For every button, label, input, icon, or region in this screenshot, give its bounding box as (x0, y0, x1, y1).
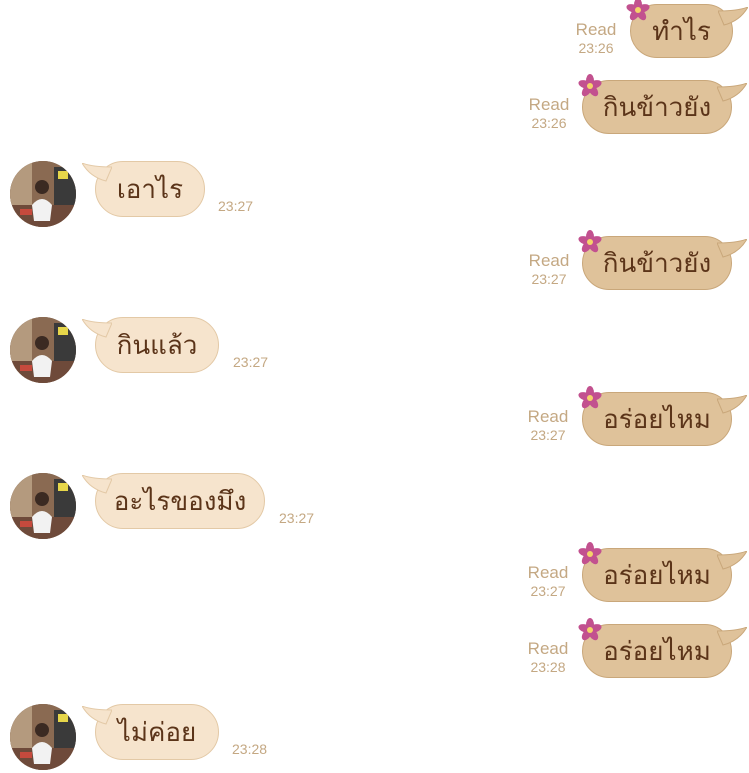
read-status: Read (527, 563, 569, 582)
avatar-photo (10, 161, 76, 227)
message-meta: Read 23:27 (523, 252, 575, 286)
avatar[interactable] (10, 317, 76, 383)
message-row-outgoing: Read 23:27 กินข้าวยัง (0, 230, 749, 296)
message-text: ทำไร (652, 16, 711, 47)
message-text: อร่อยไหม (603, 560, 711, 591)
message-time: 23:27 (218, 198, 254, 214)
bubble-tail (82, 163, 112, 182)
message-bubble-incoming[interactable]: กินแล้ว (82, 317, 219, 373)
avatar[interactable] (10, 704, 76, 770)
message-text: อะไรของมึง (113, 486, 247, 517)
message-text: กินข้าวยัง (602, 92, 712, 123)
message-bubble-outgoing[interactable]: อร่อยไหม (578, 542, 747, 602)
message-bubble-outgoing[interactable]: ทำไร (626, 0, 748, 58)
message-time: 23:27 (233, 354, 269, 370)
message-text: เอาไร (116, 174, 184, 205)
message-meta: Read 23:27 (522, 564, 574, 598)
message-time: 23:27 (279, 510, 315, 526)
avatar[interactable] (10, 473, 76, 539)
bubble-tail (717, 83, 747, 102)
flower-icon (578, 74, 602, 97)
bubble-tail (717, 239, 747, 258)
message-row-outgoing: Read 23:28 อร่อยไหม (0, 618, 749, 684)
message-bubble-outgoing[interactable]: อร่อยไหม (578, 618, 747, 678)
message-bubble-incoming[interactable]: อะไรของมึง (82, 473, 265, 529)
message-bubble-outgoing[interactable]: กินข้าวยัง (578, 74, 747, 134)
message-text: กินแล้ว (116, 330, 198, 361)
message-time: 23:27 (530, 427, 566, 443)
read-status: Read (527, 407, 569, 426)
bubble-tail (717, 627, 747, 646)
avatar-photo (10, 704, 76, 770)
read-status: Read (575, 20, 617, 39)
message-bubble-incoming[interactable]: ไม่ค่อย (82, 704, 219, 760)
message-row-incoming: ไม่ค่อย 23:28 (0, 703, 749, 770)
read-status: Read (528, 95, 570, 114)
message-time: 23:27 (530, 583, 566, 599)
message-row-outgoing: Read 23:26 ทำไร (0, 0, 749, 64)
avatar-photo (10, 317, 76, 383)
message-text: กินข้าวยัง (602, 248, 712, 279)
message-bubble-incoming[interactable]: เอาไร (82, 161, 205, 217)
bubble-tail (82, 706, 112, 725)
message-bubble-outgoing[interactable]: อร่อยไหม (578, 386, 747, 446)
avatar-photo (10, 473, 76, 539)
message-row-outgoing: Read 23:26 กินข้าวยัง (0, 74, 749, 140)
message-row-outgoing: Read 23:27 อร่อยไหม (0, 542, 749, 608)
message-text: อร่อยไหม (603, 636, 711, 667)
message-time: 23:28 (232, 741, 268, 757)
message-row-incoming: เอาไร 23:27 (0, 160, 749, 227)
message-row-incoming: อะไรของมึง 23:27 (0, 472, 749, 539)
message-meta: Read 23:28 (522, 640, 574, 674)
message-time: 23:28 (530, 659, 566, 675)
bubble-tail (718, 7, 748, 26)
flower-icon (578, 542, 602, 565)
flower-icon (578, 230, 602, 253)
message-time: 23:26 (531, 115, 567, 131)
read-status: Read (528, 251, 570, 270)
message-bubble-outgoing[interactable]: กินข้าวยัง (578, 230, 747, 290)
bubble-tail (717, 395, 747, 414)
chat-history[interactable]: Read 23:26 ทำไร Read 23:26 กินข้าวยัง เอ… (0, 0, 749, 773)
message-row-incoming: กินแล้ว 23:27 (0, 316, 749, 383)
bubble-tail (82, 319, 112, 338)
message-time: 23:27 (531, 271, 567, 287)
message-row-outgoing: Read 23:27 อร่อยไหม (0, 386, 749, 452)
read-status: Read (527, 639, 569, 658)
flower-icon (578, 386, 602, 409)
message-text: อร่อยไหม (603, 404, 711, 435)
message-text: ไม่ค่อย (117, 717, 197, 748)
message-meta: Read 23:26 (523, 96, 575, 130)
bubble-tail (82, 475, 112, 494)
bubble-tail (717, 551, 747, 570)
message-meta: Read 23:26 (570, 21, 622, 55)
flower-icon (626, 0, 650, 21)
message-time: 23:26 (578, 40, 614, 56)
avatar[interactable] (10, 161, 76, 227)
message-meta: Read 23:27 (522, 408, 574, 442)
flower-icon (578, 618, 602, 641)
